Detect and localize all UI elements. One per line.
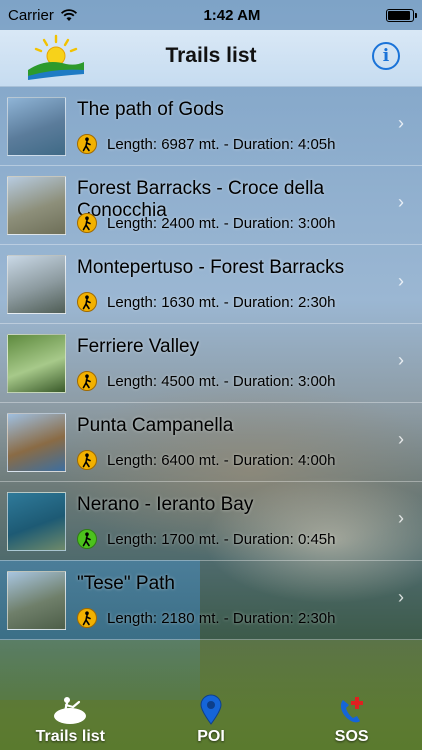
trail-length-duration: Length: 2180 mt. - Duration: 2:30h	[107, 609, 336, 627]
tab-poi[interactable]: POI	[141, 688, 282, 750]
trail-name: Montepertuso - Forest Barracks	[77, 257, 345, 278]
status-time: 1:42 AM	[203, 6, 261, 24]
trail-info: Length: 2180 mt. - Duration: 2:30h	[77, 608, 335, 628]
trail-length-duration: Length: 1630 mt. - Duration: 2:30h	[107, 293, 336, 311]
status-bar: Carrier 1:42 AM	[0, 0, 422, 30]
chevron-right-icon: ›	[398, 113, 404, 133]
hiker-difficulty-icon	[77, 529, 97, 549]
trail-length-duration: Length: 6400 mt. - Duration: 4:00h	[107, 451, 336, 469]
trail-length-duration: Length: 4500 mt. - Duration: 3:00h	[107, 372, 336, 390]
trail-thumbnail	[7, 571, 66, 630]
trail-name: Punta Campanella	[77, 415, 234, 436]
chevron-right-icon: ›	[398, 508, 404, 528]
trail-thumbnail	[7, 413, 66, 472]
trail-row[interactable]: Forest Barracks - Croce della Conocchia L…	[0, 166, 422, 245]
chevron-right-icon: ›	[398, 192, 404, 212]
tab-trails-list-label: Trails list	[35, 728, 106, 745]
tab-poi-label: POI	[197, 728, 225, 745]
trail-row[interactable]: Ferriere Valley Length: 4500 mt. - Durati…	[0, 324, 422, 403]
tab-trails-list[interactable]: Trails list	[0, 688, 141, 750]
trail-length-duration: Length: 6987 mt. - Duration: 4:05h	[107, 135, 336, 153]
hiker-difficulty-icon	[77, 371, 97, 391]
trail-length-duration: Length: 2400 mt. - Duration: 3:00h	[107, 214, 336, 232]
trail-info: Length: 4500 mt. - Duration: 3:00h	[77, 371, 335, 391]
battery-icon	[386, 8, 417, 22]
trail-info: Length: 6987 mt. - Duration: 4:05h	[77, 134, 335, 154]
hiker-difficulty-icon	[77, 213, 97, 233]
trail-thumbnail	[7, 492, 66, 551]
trail-name: "Tese" Path	[77, 573, 175, 594]
hiker-difficulty-icon	[77, 292, 97, 312]
hiker-icon	[54, 697, 87, 724]
trail-thumbnail	[7, 334, 66, 393]
page-title: Trails list	[165, 44, 257, 67]
trails-list: The path of Gods Length: 6987 mt. - Durat…	[0, 87, 422, 640]
navigation-bar: Trails list i	[0, 30, 422, 87]
chevron-right-icon: ›	[398, 587, 404, 607]
emergency-phone-icon	[340, 697, 363, 723]
trail-row[interactable]: Montepertuso - Forest Barracks Length: 16…	[0, 245, 422, 324]
trail-thumbnail	[7, 176, 66, 235]
tab-sos-label: SOS	[334, 728, 369, 745]
wifi-icon	[60, 8, 77, 21]
trail-thumbnail	[7, 97, 66, 156]
trail-name: Ferriere Valley	[77, 336, 200, 357]
trail-row[interactable]: The path of Gods Length: 6987 mt. - Durat…	[0, 87, 422, 166]
trail-name: Nerano - Ieranto Bay	[77, 494, 254, 515]
hiker-difficulty-icon	[77, 134, 97, 154]
trail-info: Length: 6400 mt. - Duration: 4:00h	[77, 450, 335, 470]
chevron-right-icon: ›	[398, 350, 404, 370]
trail-info: Length: 1700 mt. - Duration: 0:45h	[77, 529, 335, 549]
trail-name: The path of Gods	[77, 99, 224, 120]
carrier-label: Carrier	[8, 6, 54, 24]
chevron-right-icon: ›	[398, 271, 404, 291]
map-pin-icon	[200, 694, 222, 725]
trail-row[interactable]: "Tese" Path Length: 2180 mt. - Duration: …	[0, 561, 422, 640]
trail-info: Length: 2400 mt. - Duration: 3:00h	[77, 213, 335, 233]
info-icon: i	[382, 46, 390, 66]
trail-info: Length: 1630 mt. - Duration: 2:30h	[77, 292, 335, 312]
info-button[interactable]: i	[372, 42, 400, 70]
chevron-right-icon: ›	[398, 429, 404, 449]
trail-row[interactable]: Punta Campanella Length: 6400 mt. - Durat…	[0, 403, 422, 482]
tab-sos[interactable]: SOS	[281, 688, 422, 750]
hiker-difficulty-icon	[77, 608, 97, 628]
tab-bar: Trails list POI SOS	[0, 688, 422, 750]
trail-thumbnail	[7, 255, 66, 314]
trail-row[interactable]: Nerano - Ieranto Bay Length: 1700 mt. - D…	[0, 482, 422, 561]
hiker-difficulty-icon	[77, 450, 97, 470]
trail-length-duration: Length: 1700 mt. - Duration: 0:45h	[107, 530, 336, 548]
